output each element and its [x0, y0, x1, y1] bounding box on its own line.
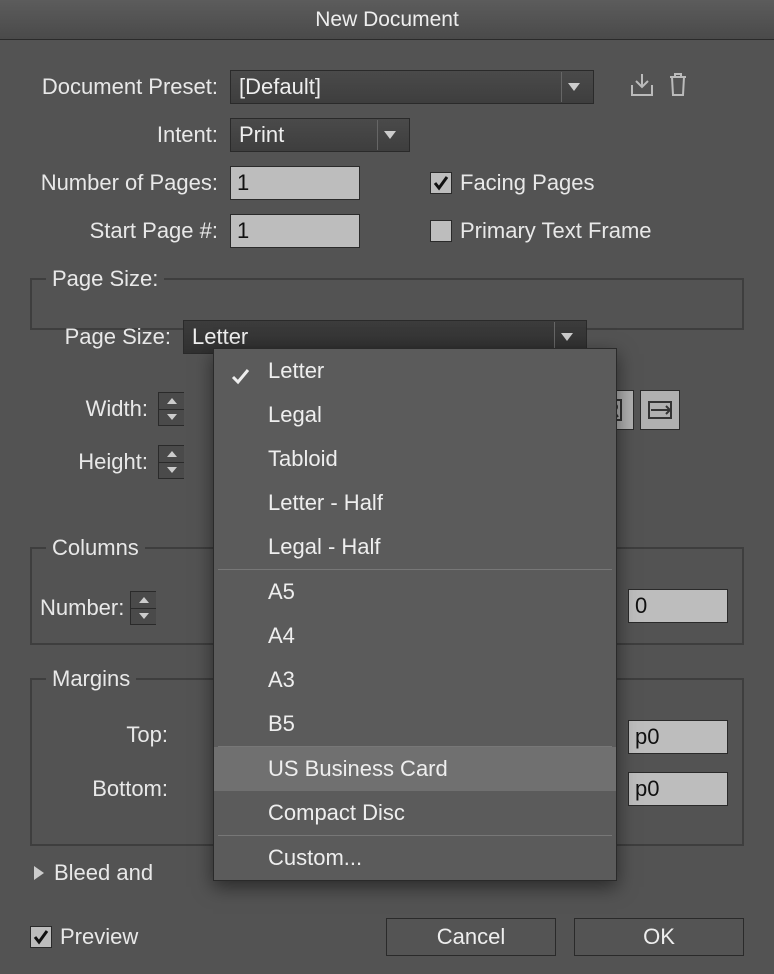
document-preset-dropdown[interactable]: [Default] — [230, 70, 594, 104]
cancel-button[interactable]: Cancel — [386, 918, 556, 956]
bleed-slug-label: Bleed and — [54, 860, 153, 886]
preview-label: Preview — [60, 924, 138, 950]
chevron-down-icon — [377, 120, 401, 150]
page-size-menu: Letter Legal Tabloid Letter - Half Legal… — [213, 348, 617, 881]
page-size-legend: Page Size: — [46, 266, 164, 292]
trash-icon[interactable] — [666, 71, 690, 103]
page-size-value: Letter — [192, 324, 248, 350]
intent-label: Intent: — [30, 122, 230, 148]
disclosure-triangle-icon[interactable] — [34, 860, 54, 886]
columns-number-stepper[interactable] — [130, 591, 156, 625]
intent-value: Print — [239, 122, 284, 148]
width-label: Width: — [74, 396, 158, 422]
menu-item-compact-disc[interactable]: Compact Disc — [214, 791, 616, 835]
dialog-title: New Document — [0, 0, 774, 40]
number-of-pages-label: Number of Pages: — [30, 170, 230, 196]
width-stepper[interactable] — [158, 392, 184, 426]
menu-item-legal[interactable]: Legal — [214, 393, 616, 437]
margins-legend: Margins — [46, 666, 136, 692]
columns-legend: Columns — [46, 535, 145, 561]
chevron-down-icon — [561, 72, 585, 102]
menu-item-us-business-card[interactable]: US Business Card — [214, 747, 616, 791]
menu-item-a5[interactable]: A5 — [214, 570, 616, 614]
document-preset-value: [Default] — [239, 74, 321, 100]
margin-outside-input[interactable]: p0 — [628, 772, 728, 806]
menu-item-b5[interactable]: B5 — [214, 702, 616, 746]
primary-text-frame-label: Primary Text Frame — [460, 218, 652, 244]
document-preset-label: Document Preset: — [30, 74, 230, 100]
intent-dropdown[interactable]: Print — [230, 118, 410, 152]
height-label: Height: — [64, 449, 158, 475]
dialog-body: Document Preset: [Default] Intent: Print… — [0, 40, 774, 974]
start-page-input[interactable]: 1 — [230, 214, 360, 248]
facing-pages-checkbox[interactable] — [430, 172, 452, 194]
menu-item-a3[interactable]: A3 — [214, 658, 616, 702]
menu-item-legal-half[interactable]: Legal - Half — [214, 525, 616, 569]
preview-checkbox[interactable] — [30, 926, 52, 948]
margin-top-label: Top: — [122, 722, 176, 748]
menu-item-letter[interactable]: Letter — [214, 349, 616, 393]
menu-item-letter-half[interactable]: Letter - Half — [214, 481, 616, 525]
height-stepper[interactable] — [158, 445, 184, 479]
page-size-label: Page Size: — [60, 324, 183, 350]
save-preset-icon[interactable] — [628, 71, 656, 103]
menu-item-custom[interactable]: Custom... — [214, 836, 616, 880]
margin-inside-input[interactable]: p0 — [628, 720, 728, 754]
ok-button[interactable]: OK — [574, 918, 744, 956]
menu-item-a4[interactable]: A4 — [214, 614, 616, 658]
menu-item-tabloid[interactable]: Tabloid — [214, 437, 616, 481]
number-of-pages-input[interactable]: 1 — [230, 166, 360, 200]
primary-text-frame-checkbox[interactable] — [430, 220, 452, 242]
facing-pages-label: Facing Pages — [460, 170, 595, 196]
margin-bottom-label: Bottom: — [80, 776, 176, 802]
orientation-landscape-button[interactable] — [640, 390, 680, 430]
columns-gutter-input[interactable]: 0 — [628, 589, 728, 623]
columns-number-label: Number: — [40, 595, 130, 621]
start-page-label: Start Page #: — [30, 218, 230, 244]
